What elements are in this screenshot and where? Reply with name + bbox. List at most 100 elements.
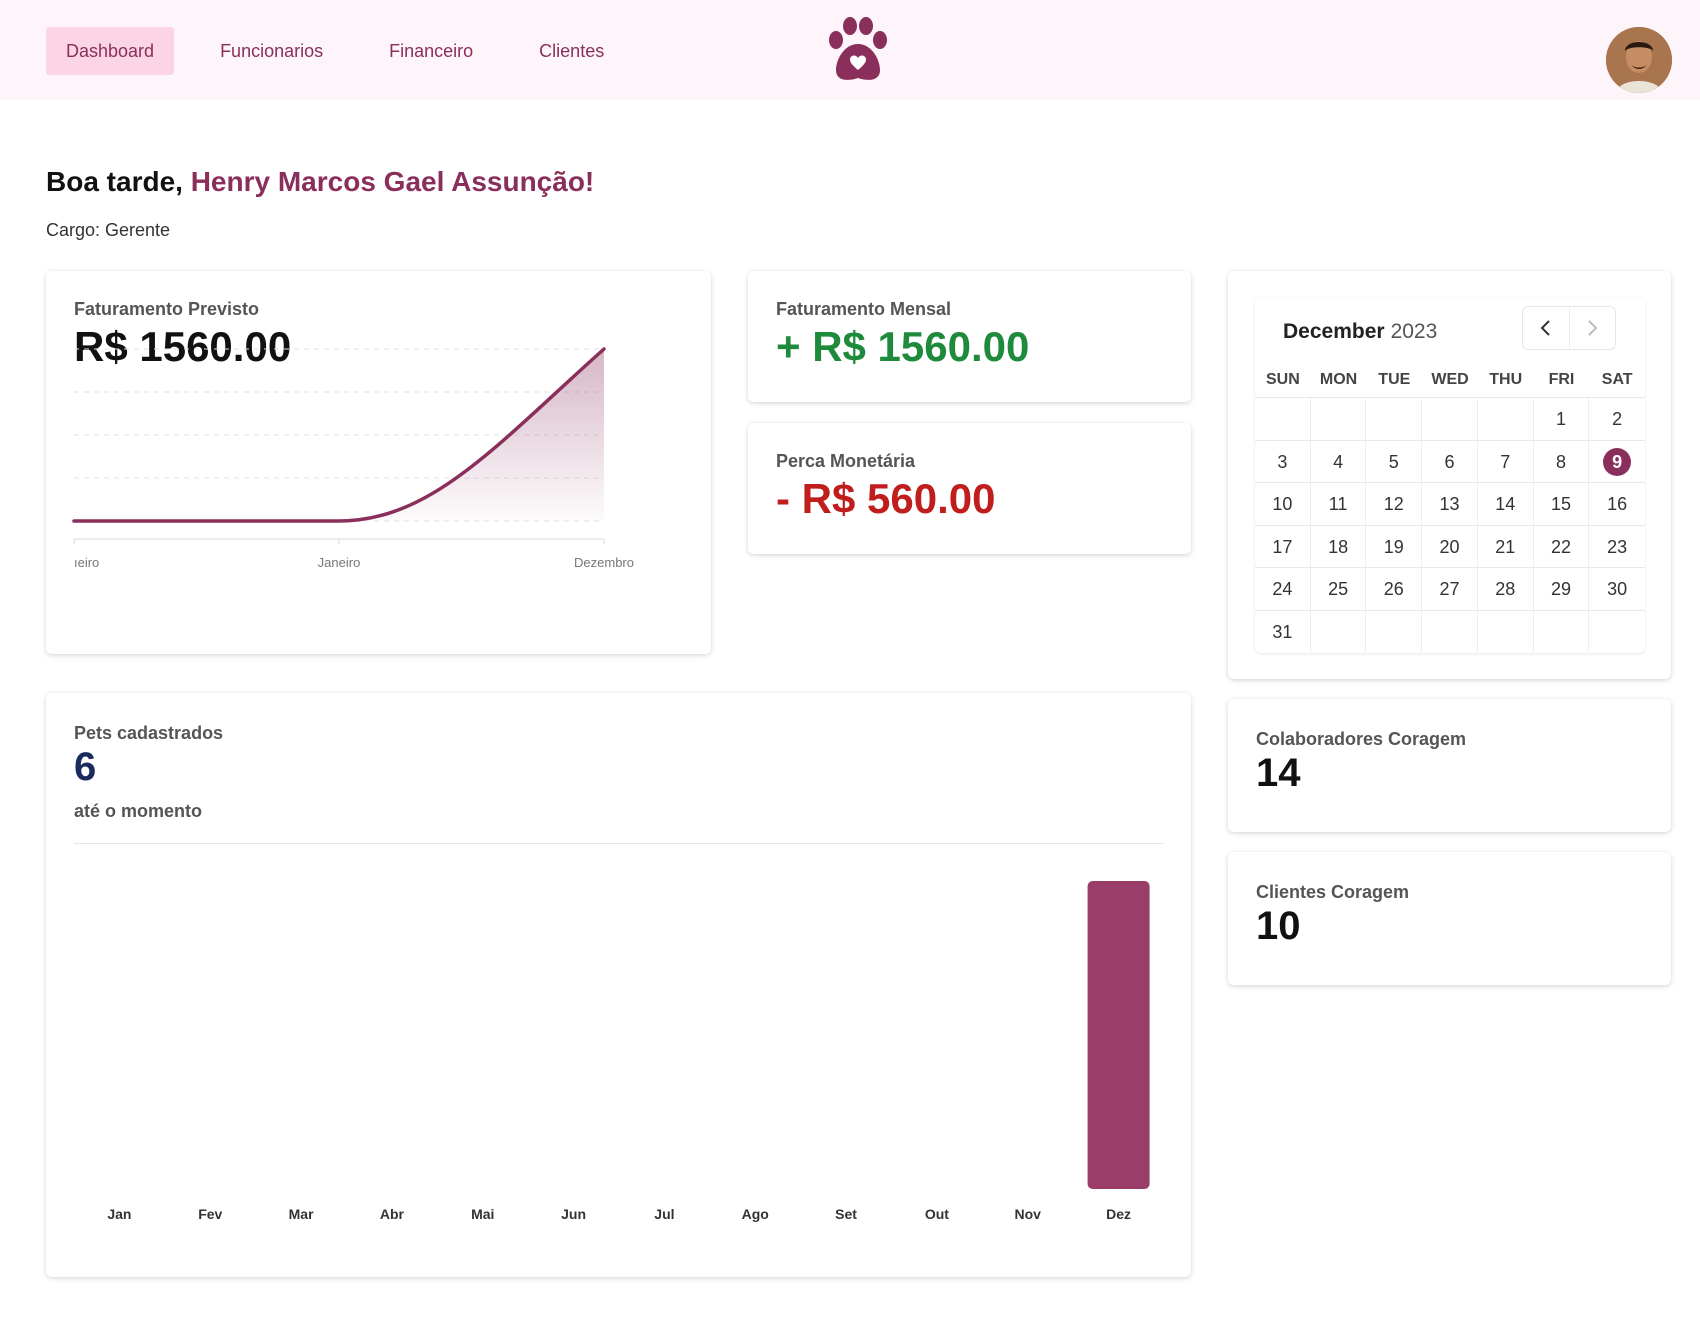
calendar-day-10[interactable]: 10 (1255, 483, 1311, 525)
calendar-day-29[interactable]: 29 (1534, 568, 1590, 610)
bar-category-label: Ago (742, 1206, 769, 1222)
calendar-day-number: 9 (1603, 447, 1632, 476)
calendar-grid: SUN MON TUE WED THU FRI SAT 1 2 3 4 5 6 7 8 9 10 11 12 13 1… (1255, 363, 1645, 652)
calendar-day-3[interactable]: 3 (1255, 440, 1311, 482)
calendar-day-23[interactable]: 23 (1589, 526, 1645, 568)
calendar-day-number: 8 (1555, 451, 1566, 472)
calendar-next-button[interactable] (1568, 307, 1616, 349)
bar-category-label: Mar (289, 1206, 314, 1222)
bar-category-label: Mai (471, 1206, 494, 1222)
greeting-heading: Boa tarde, Henry Marcos Gael Assunção! (46, 166, 594, 198)
calendar-day-16[interactable]: 16 (1589, 483, 1645, 525)
calendar-day-28[interactable]: 28 (1478, 568, 1534, 610)
calendar-day-number: 27 (1439, 579, 1460, 599)
calendar-day-13[interactable]: 13 (1422, 483, 1478, 525)
greeting-prefix: Boa tarde, (46, 166, 191, 197)
calendar-day-27[interactable]: 27 (1422, 568, 1478, 610)
nav-financeiro[interactable]: Financeiro (369, 27, 493, 75)
calendar-nav (1522, 306, 1616, 350)
calendar-day-31[interactable]: 31 (1255, 610, 1311, 652)
nav-dashboard[interactable]: Dashboard (46, 27, 175, 75)
calendar-day-30[interactable]: 30 (1589, 568, 1645, 610)
calendar-week-row: 10 11 12 13 14 15 16 (1255, 482, 1645, 525)
calendar-week-row: 31 (1255, 609, 1645, 653)
faturamento-line-chart: ıeiro Janeiro Dezembro (72, 347, 634, 570)
colaboradores-label: Colaboradores Coragem (1256, 729, 1467, 749)
calendar-day-number: 13 (1439, 494, 1460, 514)
calendar-day-18[interactable]: 18 (1311, 525, 1367, 567)
calendar-empty-cell (1589, 611, 1645, 653)
calendar-day-26[interactable]: 26 (1366, 568, 1423, 610)
calendar-day-number: 28 (1495, 579, 1516, 599)
nav-clientes[interactable]: Clientes (519, 27, 624, 75)
calendar-day-11[interactable]: 11 (1311, 483, 1367, 525)
avatar-image (1606, 27, 1672, 93)
calendar-day-number: 26 (1383, 579, 1404, 599)
bar-category-label: Jan (107, 1206, 131, 1222)
calendar-week-row: 12 (1255, 397, 1645, 440)
calendar-day-number: 30 (1607, 579, 1628, 599)
calendar-prev-button[interactable] (1523, 307, 1569, 349)
calendar-day-22[interactable]: 22 (1534, 525, 1590, 567)
main-nav: Dashboard Funcionarios Financeiro Client… (46, 27, 650, 75)
calendar-day-number: 29 (1550, 579, 1571, 599)
bar-category-label: Jun (561, 1206, 586, 1222)
calendar-day-number: 23 (1607, 536, 1628, 557)
top-navbar: Dashboard Funcionarios Financeiro Client… (0, 0, 1700, 100)
chart-x-tick-label: Dezembro (574, 555, 634, 570)
nav-funcionarios[interactable]: Funcionarios (200, 27, 343, 75)
calendar-empty-cell (1366, 610, 1423, 652)
colaboradores-card: Colaboradores Coragem 14 (1228, 699, 1671, 832)
calendar-empty-cell (1478, 610, 1534, 652)
calendar-weekday-fri: FRI (1548, 371, 1575, 388)
calendar-day-2[interactable]: 2 (1589, 398, 1645, 440)
calendar-empty-cell (1311, 398, 1367, 440)
calendar-day-7[interactable]: 7 (1478, 440, 1534, 482)
calendar-empty-cell (1255, 398, 1311, 440)
calendar-weekday-wed: WED (1431, 371, 1469, 388)
calendar-day-19[interactable]: 19 (1366, 525, 1423, 567)
paw-heart-icon[interactable] (822, 14, 894, 86)
bar-category-label: Fev (198, 1206, 222, 1222)
calendar-day-24[interactable]: 24 (1255, 568, 1311, 610)
calendar-day-4[interactable]: 4 (1311, 440, 1367, 482)
calendar-card: December 2023 SUN MON TUE WED THU FRI SAT 12345… (1228, 271, 1671, 679)
calendar-month[interactable]: December (1283, 320, 1385, 343)
calendar-day-1[interactable]: 1 (1534, 398, 1590, 440)
faturamento-mensal-label: Faturamento Mensal (776, 299, 952, 319)
calendar-day-12[interactable]: 12 (1366, 483, 1423, 525)
bar-dez[interactable] (1087, 881, 1150, 1189)
calendar-day-number: 4 (1333, 451, 1344, 472)
calendar-day-number: 6 (1444, 451, 1455, 472)
calendar-day-6[interactable]: 6 (1422, 440, 1478, 482)
faturamento-mensal-card: Faturamento Mensal + R$ 1560.00 (748, 271, 1191, 402)
calendar-day-number: 21 (1495, 536, 1516, 557)
bar-category-label: Out (925, 1206, 949, 1222)
calendar-day-number: 18 (1328, 536, 1349, 557)
user-avatar[interactable] (1606, 27, 1672, 93)
clientes-value: 10 (1256, 904, 1301, 948)
calendar-day-25[interactable]: 25 (1311, 568, 1367, 610)
bar-category-label: Jul (654, 1206, 674, 1222)
bar-category-label: Nov (1015, 1206, 1042, 1222)
calendar-day-number: 11 (1328, 494, 1348, 514)
calendar-weekday-sun: SUN (1265, 371, 1300, 388)
calendar-day-number: 2 (1612, 409, 1623, 429)
calendar-day-number: 14 (1495, 494, 1516, 514)
calendar-day-9[interactable]: 9 (1589, 441, 1645, 483)
calendar-year[interactable]: 2023 (1391, 320, 1438, 343)
calendar-day-15[interactable]: 15 (1534, 483, 1590, 525)
calendar-day-21[interactable]: 21 (1478, 525, 1534, 567)
calendar-empty-cell (1478, 398, 1534, 440)
calendar-day-17[interactable]: 17 (1255, 525, 1311, 567)
user-name: Henry Marcos Gael Assunção! (190, 166, 595, 197)
pets-cadastrados-card: Pets cadastrados 6 até o momento Jan Fev M… (46, 693, 1191, 1277)
calendar-day-14[interactable]: 14 (1478, 483, 1534, 525)
calendar-day-20[interactable]: 20 (1422, 525, 1478, 567)
perca-monetaria-label: Perca Monetária (776, 451, 916, 471)
calendar-day-8[interactable]: 8 (1534, 440, 1590, 482)
calendar-empty-cell (1534, 610, 1590, 652)
calendar-day-number: 7 (1500, 451, 1511, 472)
calendar-day-5[interactable]: 5 (1366, 440, 1423, 482)
calendar-week-row: 24 25 26 27 28 29 30 (1255, 567, 1645, 610)
